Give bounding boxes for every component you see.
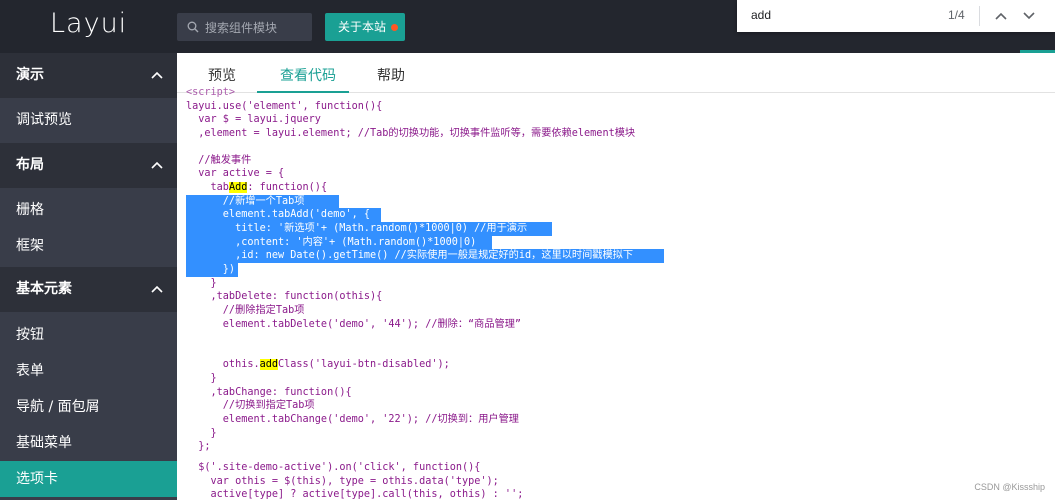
search-match-highlight: add [259, 359, 279, 370]
sidebar-item-basic-menu[interactable]: 基础菜单 [0, 425, 177, 461]
code-line: } [186, 373, 217, 384]
code-line-selected: }) [186, 263, 238, 277]
tab-view-code[interactable]: 查看代码 [280, 65, 336, 85]
code-line: //切换到指定Tab项 [186, 400, 315, 411]
sidebar-group-label: 基本元素 [16, 281, 72, 297]
code-line: } [186, 278, 217, 289]
sidebar-item-label: 表单 [16, 363, 44, 379]
chevron-down-icon [1023, 12, 1035, 20]
chevron-up-icon [995, 12, 1007, 20]
sidebar-group-demo[interactable]: 演示 [0, 53, 177, 98]
chevron-up-icon [151, 71, 163, 79]
code-line-selected: ,id: new Date().getTime() //实际使用一般是规定好的i… [186, 249, 664, 263]
code-line-selected: title: '新选项'+ (Math.random()*1000|0) //用… [186, 222, 552, 236]
tab-active-indicator [257, 91, 349, 93]
code-line: var $ = layui.jquery [186, 114, 321, 125]
about-button-label: 关于本站 [338, 20, 387, 34]
tab-preview[interactable]: 预览 [208, 65, 236, 85]
sidebar-group-label: 布局 [16, 157, 44, 173]
main-content: 预览 查看代码 帮助 <script> layui.use('element',… [177, 53, 1055, 500]
code-line-selected: //新增一个Tab项 [186, 195, 339, 209]
notification-dot [391, 24, 398, 31]
watermark: CSDN @Kissship [974, 482, 1045, 492]
code-line: ,element = layui.element; //Tab的切换功能，切换事… [186, 128, 636, 139]
find-divider [979, 6, 980, 26]
code-line: var active = { [186, 168, 285, 179]
chevron-up-icon [151, 161, 163, 169]
sidebar-item-grid[interactable]: 栅格 [0, 192, 177, 228]
code-line: } [186, 428, 217, 439]
search-box[interactable]: 搜索组件模块 [177, 13, 312, 41]
sidebar-item-frame[interactable]: 框架 [0, 228, 177, 264]
find-bar: add 1/4 [737, 0, 1055, 32]
code-line: var othis = $(this), type = othis.data('… [186, 476, 499, 487]
sidebar-group-basic-elements[interactable]: 基本元素 [0, 267, 177, 312]
code-token: tab [186, 182, 229, 193]
code-line: }; [186, 441, 211, 452]
sidebar-item-label: 导航 / 面包屑 [16, 399, 100, 415]
code-line: ,tabChange: function(){ [186, 387, 352, 398]
sidebar-item-label: 栅格 [16, 202, 44, 218]
find-input[interactable]: add [751, 8, 771, 22]
code-line: ,tabDelete: function(othis){ [186, 291, 383, 302]
code-line: element.tabDelete('demo', '44'); //删除：“商… [186, 319, 522, 330]
sidebar-item-label: 调试预览 [16, 112, 72, 128]
find-count: 1/4 [948, 8, 965, 22]
sidebar-item-tabs[interactable]: 选项卡 [0, 461, 177, 497]
code-line: <script> [186, 87, 236, 98]
code-line: active[type] ? active[type].call(this, o… [186, 489, 524, 500]
code-line-selected: ,content: '内容'+ (Math.random()*1000|0) [186, 236, 492, 250]
code-line: tabAdd: function(){ [186, 181, 327, 195]
logo[interactable]: Layui [50, 8, 127, 39]
about-button[interactable]: 关于本站 [325, 13, 405, 41]
search-input[interactable]: 搜索组件模块 [205, 19, 277, 36]
sidebar: 演示 调试预览 布局 栅格 框架 基本元素 按钮 表单 导航 / 面包屑 基础菜… [0, 53, 177, 500]
code-token: othis. [186, 359, 260, 370]
chevron-up-icon [151, 285, 163, 293]
sidebar-item-label: 选项卡 [16, 471, 58, 487]
search-icon [187, 21, 199, 33]
sidebar-group-label: 演示 [16, 67, 44, 83]
code-line-selected: element.tabAdd('demo', { [186, 208, 381, 222]
find-previous-button[interactable] [993, 8, 1009, 24]
code-line: $('.site-demo-active').on('click', funct… [186, 462, 481, 473]
tab-bar: 预览 查看代码 帮助 [177, 53, 1055, 93]
sidebar-item-label: 框架 [16, 238, 44, 254]
sidebar-item-nav-breadcrumb[interactable]: 导航 / 面包屑 [0, 389, 177, 425]
code-line: layui.use('element', function(){ [186, 101, 383, 112]
sidebar-item-form[interactable]: 表单 [0, 353, 177, 389]
code-line: element.tabChange('demo', '22'); //切换到：用… [186, 414, 519, 425]
sidebar-group-layout[interactable]: 布局 [0, 143, 177, 188]
sidebar-item-label: 基础菜单 [16, 435, 72, 451]
sidebar-item-label: 按钮 [16, 327, 44, 343]
sidebar-item-button[interactable]: 按钮 [0, 317, 177, 353]
code-line: //触发事件 [186, 155, 252, 166]
find-next-button[interactable] [1021, 8, 1037, 24]
search-match-highlight: Add [228, 182, 248, 193]
code-line: othis.addClass('layui-btn-disabled'); [186, 358, 450, 372]
tab-help[interactable]: 帮助 [377, 65, 405, 85]
sidebar-item-debug-preview[interactable]: 调试预览 [0, 102, 177, 138]
code-token: : function(){ [247, 182, 328, 193]
code-line: //删除指定Tab项 [186, 305, 305, 316]
code-token: Class('layui-btn-disabled'); [278, 359, 450, 370]
